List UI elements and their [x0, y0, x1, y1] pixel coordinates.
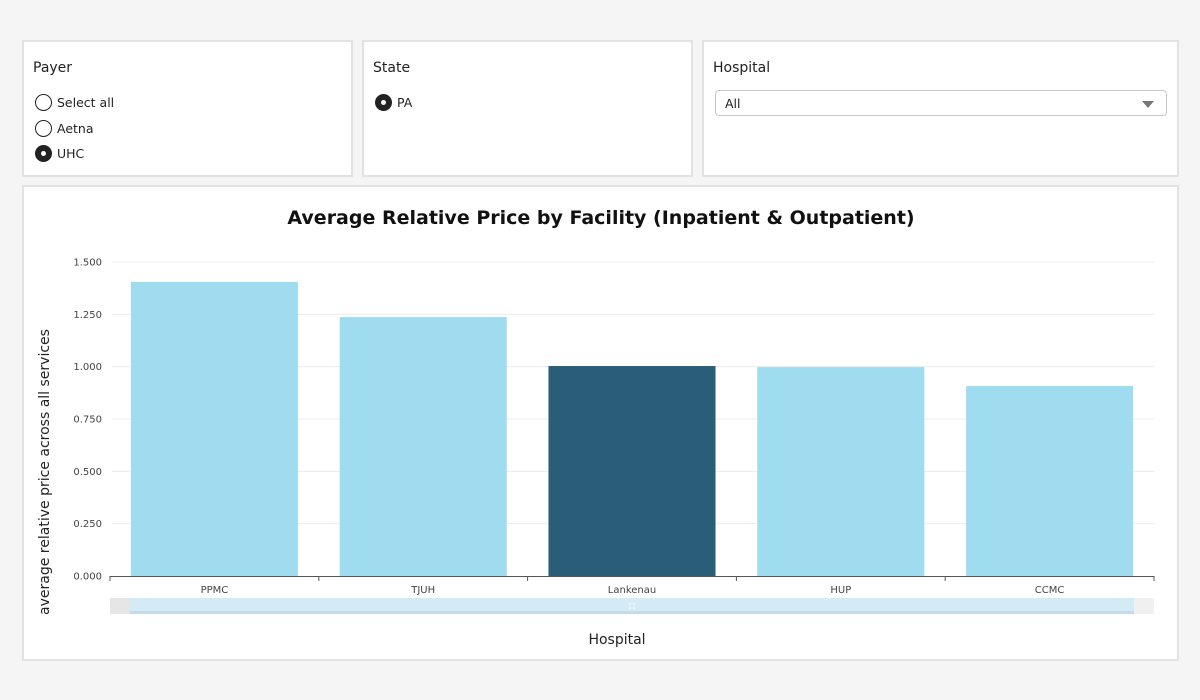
bar-hup[interactable] [757, 367, 925, 576]
hospital-filter-panel: Hospital All [702, 40, 1179, 177]
bars [130, 281, 1134, 576]
y-tick-label: 1.000 [73, 362, 102, 373]
payer-option-select-all[interactable]: Select all [35, 90, 114, 116]
payer-option-label: UHC [57, 146, 85, 162]
bar-lankenau[interactable] [548, 366, 716, 576]
scrollbar-grip-icon [633, 607, 635, 609]
scrollbar-left-handle[interactable] [110, 598, 130, 614]
y-axis-title: average relative price across all servic… [37, 329, 53, 615]
payer-radio-group: Select all Aetna UHC [35, 90, 114, 167]
radio-checked-icon[interactable] [35, 145, 52, 163]
y-tick-label: 0.500 [73, 467, 102, 478]
x-tick-label: Lankenau [608, 585, 656, 596]
y-tick-label: 1.500 [73, 258, 102, 269]
hospital-dropdown[interactable]: All [715, 90, 1167, 116]
payer-option-aetna[interactable]: Aetna [35, 116, 114, 142]
x-axis-title: Hospital [588, 632, 645, 648]
state-filter-panel: State PA [362, 40, 693, 177]
payer-filter-title: Payer [33, 60, 73, 76]
bar-chart: Average Relative Price by Facility (Inpa… [37, 207, 1155, 648]
y-tick-label: 1.250 [73, 310, 102, 321]
state-option-label: PA [397, 95, 413, 111]
state-radio-group: PA [375, 90, 412, 116]
scrollbar-thumb-shadow [130, 611, 1134, 614]
y-axis-ticks: 0.000 0.250 0.500 0.750 1.000 1.250 1.500 [73, 258, 102, 583]
chevron-down-icon[interactable] [1142, 101, 1154, 108]
state-filter-title: State [373, 60, 411, 76]
x-tick-label: CCMC [1035, 585, 1065, 596]
scrollbar-grip-icon [629, 607, 631, 609]
y-tick-label: 0.250 [73, 519, 102, 530]
scrollbar-grip-icon [633, 603, 635, 605]
x-axis: PPMC TJUH Lankenau HUP CCMC [109, 576, 1155, 596]
payer-filter-panel: Payer Select all Aetna UHC [22, 40, 353, 177]
hospital-filter-title: Hospital [713, 60, 771, 76]
radio-unchecked-icon[interactable] [35, 94, 52, 112]
bar-ppmc[interactable] [130, 281, 298, 576]
chart-panel: Average Relative Price by Facility (Inpa… [22, 185, 1179, 661]
radio-unchecked-icon[interactable] [35, 119, 52, 137]
hospital-dropdown-value: All [725, 95, 741, 111]
scrollbar-right-handle[interactable] [1134, 598, 1154, 614]
radio-checked-icon[interactable] [375, 94, 392, 112]
bar-ccmc[interactable] [966, 385, 1134, 576]
y-tick-label: 0.750 [73, 415, 102, 426]
x-tick-label: HUP [830, 585, 851, 596]
state-option-pa[interactable]: PA [375, 90, 412, 116]
x-tick-label: TJUH [410, 585, 435, 596]
scrollbar-grip-icon [629, 603, 631, 605]
x-tick-label: PPMC [201, 585, 229, 596]
bar-tjuh[interactable] [339, 317, 507, 576]
payer-option-label: Aetna [57, 120, 94, 136]
chart-scrollbar[interactable] [110, 598, 1154, 614]
payer-option-uhc[interactable]: UHC [35, 141, 114, 167]
chart-title: Average Relative Price by Facility (Inpa… [287, 207, 914, 229]
y-tick-label: 0.000 [73, 572, 102, 583]
payer-option-label: Select all [57, 95, 115, 111]
